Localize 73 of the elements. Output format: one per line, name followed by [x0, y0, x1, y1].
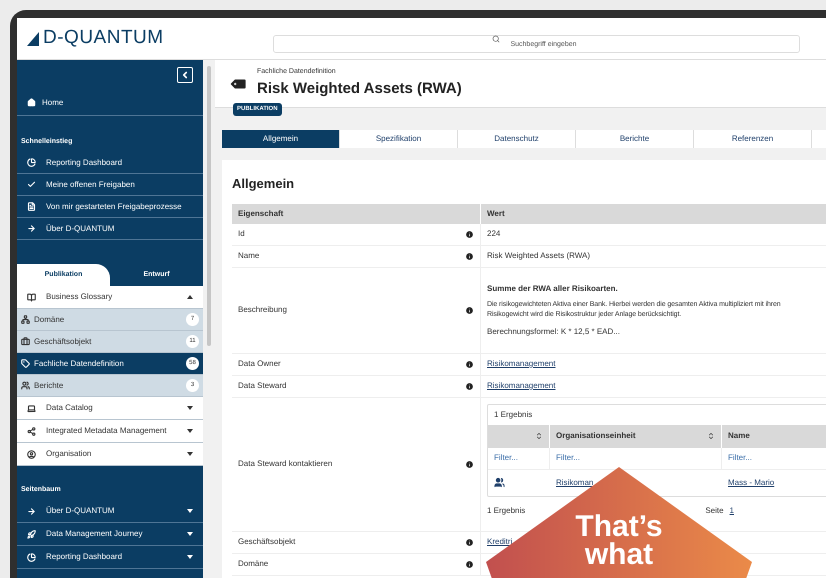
- item-icon: [27, 426, 36, 436]
- home-icon: [27, 98, 36, 107]
- property-label: Geschäftsobjekt: [238, 536, 296, 548]
- info-icon[interactable]: [465, 252, 474, 260]
- column-header: Eigenschaft: [232, 204, 481, 224]
- collapse-sidebar-button[interactable]: [177, 67, 193, 83]
- value-link[interactable]: Kreditri: [487, 536, 512, 548]
- quick-access-item[interactable]: Reporting Dashboard: [17, 152, 203, 174]
- item-icon: [27, 404, 36, 412]
- property-label: Domäne: [238, 558, 270, 570]
- promo-text: That’s: [575, 513, 663, 541]
- catalog-item[interactable]: Integrated Metadata Management: [17, 420, 203, 443]
- property-label: Id: [238, 228, 246, 240]
- page-title: Risk Weighted Assets (RWA): [257, 78, 462, 98]
- chevron-left-icon: [180, 70, 190, 80]
- item-icon: [27, 450, 36, 458]
- users-icon: [494, 477, 505, 488]
- info-icon[interactable]: [465, 538, 474, 546]
- home-link[interactable]: Home: [42, 96, 64, 108]
- info-icon[interactable]: [465, 382, 474, 390]
- item-icon: [21, 315, 30, 324]
- property-label: Data Owner: [238, 358, 282, 370]
- logo-icon: [27, 32, 39, 46]
- filter-field[interactable]: Filter...: [488, 448, 550, 468]
- page-link[interactable]: 1: [730, 504, 734, 516]
- search-icon: [492, 34, 500, 42]
- info-icon[interactable]: [465, 360, 474, 368]
- property-label: Data Steward: [238, 380, 288, 392]
- value-link[interactable]: Risikomanagement: [487, 380, 556, 392]
- sort-icon[interactable]: [535, 432, 543, 440]
- info-icon[interactable]: [465, 560, 474, 568]
- sort-icon[interactable]: [707, 432, 715, 440]
- info-icon[interactable]: [465, 306, 474, 314]
- value-text: 224: [487, 228, 500, 240]
- section-title: Allgemein: [232, 175, 296, 193]
- quick-access-item[interactable]: Von mir gestarteten Freigabeprozesse: [17, 196, 203, 218]
- promo-text: what: [584, 541, 654, 569]
- item-icon: [27, 158, 36, 167]
- catalog-item[interactable]: Organisation: [17, 443, 203, 466]
- column-header[interactable]: Organisationseinheit: [556, 430, 703, 442]
- value-text: Risk Weighted Assets (RWA): [487, 250, 590, 262]
- site-tree-item[interactable]: Reporting Dashboard: [17, 546, 203, 569]
- result-count: 1 Ergebnis: [493, 408, 534, 421]
- item-icon: [21, 381, 30, 390]
- value-link[interactable]: Risikomanagement: [487, 358, 556, 370]
- formula-text: Berechnungsformel: K * 12,5 * EAD...: [487, 326, 621, 338]
- info-icon[interactable]: [465, 230, 474, 238]
- info-icon[interactable]: [465, 460, 474, 468]
- description-heading: Summe der RWA aller Risikoarten.: [487, 282, 619, 294]
- item-icon: [27, 224, 36, 233]
- item-icon: [27, 530, 36, 538]
- catalog-item[interactable]: Business Glossary: [17, 286, 203, 309]
- page-label: Seite: [705, 504, 724, 516]
- item-icon: [27, 552, 36, 562]
- item-icon: [27, 506, 36, 516]
- property-label: Data Steward kontaktieren: [238, 458, 334, 470]
- site-tree-item[interactable]: Data Management Journey: [17, 523, 203, 546]
- person-link[interactable]: Mass - Mario: [728, 478, 774, 486]
- catalog-item[interactable]: Data Catalog: [17, 397, 203, 420]
- item-icon: [21, 359, 30, 368]
- column-header: Wert: [486, 208, 506, 220]
- item-icon: [27, 180, 36, 189]
- property-label: Beschreibung: [238, 304, 288, 316]
- logo-text: D-QUANTUM: [43, 26, 164, 50]
- property-label: Name: [238, 250, 260, 262]
- column-header[interactable]: Name: [728, 430, 750, 442]
- result-count: 1 Ergebnis: [487, 504, 526, 516]
- page-tab[interactable]: Allgemein: [222, 130, 340, 148]
- unit-link[interactable]: Risikoman: [556, 478, 594, 486]
- item-icon: [21, 337, 30, 346]
- item-icon: [27, 292, 36, 302]
- item-icon: [27, 202, 36, 211]
- filter-field[interactable]: Filter...: [722, 448, 826, 468]
